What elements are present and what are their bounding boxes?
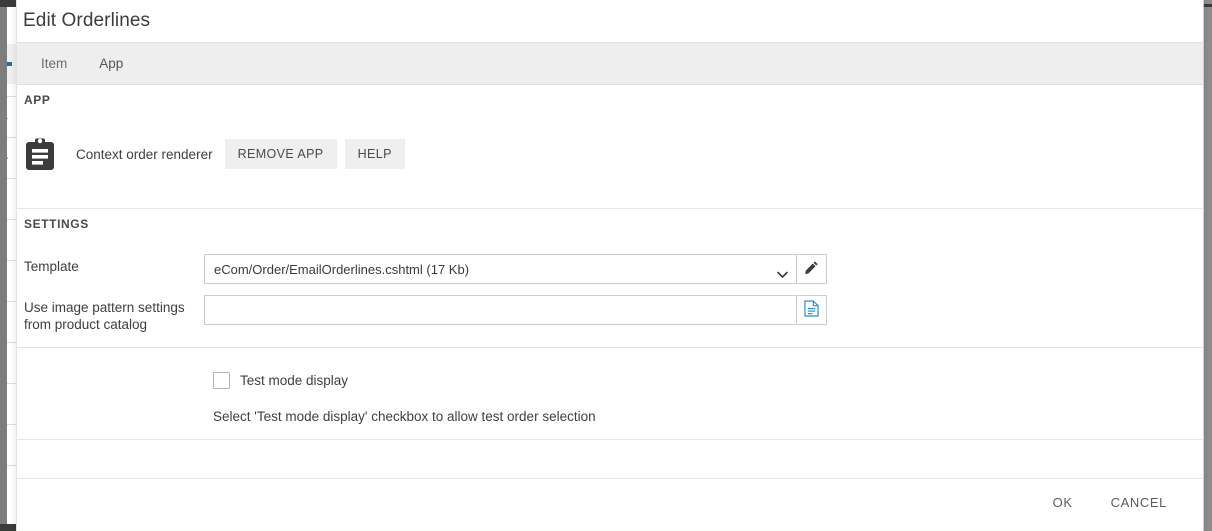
edit-orderlines-dialog: Edit Orderlines Item App APP Context ord…	[16, 0, 1204, 531]
background-right-gutter	[1204, 7, 1212, 524]
test-mode-checkbox[interactable]	[213, 372, 230, 389]
template-control: eCom/Order/EmailOrderlines.cshtml (17 Kb…	[204, 254, 827, 284]
image-pattern-label-line2: from product catalog	[24, 317, 148, 332]
test-mode-checkbox-label: Test mode display	[240, 373, 349, 388]
browse-file-button[interactable]	[797, 295, 827, 325]
background-sidebar-divider	[7, 342, 16, 343]
test-mode-section: Test mode display Select 'Test mode disp…	[17, 348, 1203, 440]
background-sidebar-selection-indicator	[7, 62, 12, 66]
tab-item[interactable]: Item	[25, 50, 83, 77]
remove-app-button[interactable]: REMOVE APP	[224, 139, 337, 169]
image-pattern-label-line1: Use image pattern settings	[24, 300, 185, 315]
dialog-body: APP Context order renderer REMOVE APP HE…	[17, 85, 1203, 525]
template-select[interactable]: eCom/Order/EmailOrderlines.cshtml (17 Kb…	[204, 254, 797, 284]
tab-app[interactable]: App	[83, 50, 139, 77]
test-mode-helper-text: Select 'Test mode display' checkbox to a…	[213, 409, 596, 424]
background-ghost-label: A	[0, 149, 9, 161]
empty-filler-band	[17, 440, 1203, 479]
image-pattern-input[interactable]	[204, 295, 797, 325]
image-pattern-control	[204, 295, 827, 325]
template-select-wrapper: eCom/Order/EmailOrderlines.cshtml (17 Kb…	[204, 254, 797, 284]
background-sidebar-divider	[7, 301, 16, 302]
page-title: Edit Orderlines	[23, 10, 151, 31]
help-button[interactable]: HELP	[344, 139, 405, 169]
background-sidebar-divider	[7, 424, 16, 425]
test-mode-checkbox-row[interactable]: Test mode display	[213, 372, 348, 389]
dialog-footer: OK CANCEL	[17, 479, 1203, 525]
cancel-button[interactable]: CANCEL	[1097, 487, 1181, 518]
tab-app-label: App	[99, 56, 124, 71]
background-sidebar-divider	[7, 383, 16, 384]
background-sidebar-divider	[7, 219, 16, 220]
screen-root: a A Edit Orderlines Item App APP Context…	[0, 0, 1212, 531]
clipboard-icon	[24, 137, 56, 171]
settings-section: SETTINGS Template eCom/Order/EmailOrderl…	[17, 209, 1203, 348]
app-section-heading: APP	[24, 93, 51, 107]
edit-template-button[interactable]	[797, 254, 827, 284]
background-sidebar-divider	[7, 178, 16, 179]
tab-item-label: Item	[41, 56, 68, 71]
template-field-row: Template eCom/Order/EmailOrderlines.csht…	[24, 254, 827, 284]
dialog-tab-bar: Item App	[17, 43, 1203, 85]
settings-section-heading: SETTINGS	[24, 217, 89, 231]
app-row: Context order renderer REMOVE APP HELP	[24, 137, 413, 171]
app-section: APP Context order renderer REMOVE APP HE…	[17, 85, 1203, 209]
background-sidebar	[7, 7, 16, 524]
ok-button[interactable]: OK	[1039, 487, 1087, 518]
image-pattern-field-row: Use image pattern settings from product …	[24, 295, 827, 333]
background-sidebar-divider	[7, 96, 16, 97]
document-icon	[804, 300, 819, 320]
background-sidebar-divider	[7, 465, 16, 466]
dialog-title-bar: Edit Orderlines	[17, 0, 1203, 43]
background-sidebar-divider	[7, 137, 16, 138]
pencil-icon	[804, 260, 819, 278]
background-left-rail	[0, 7, 7, 524]
image-pattern-label: Use image pattern settings from product …	[24, 295, 204, 333]
background-ghost-label: a	[1, 109, 8, 121]
template-label: Template	[24, 259, 79, 274]
app-name-label: Context order renderer	[76, 146, 213, 162]
background-sidebar-divider	[7, 260, 16, 261]
